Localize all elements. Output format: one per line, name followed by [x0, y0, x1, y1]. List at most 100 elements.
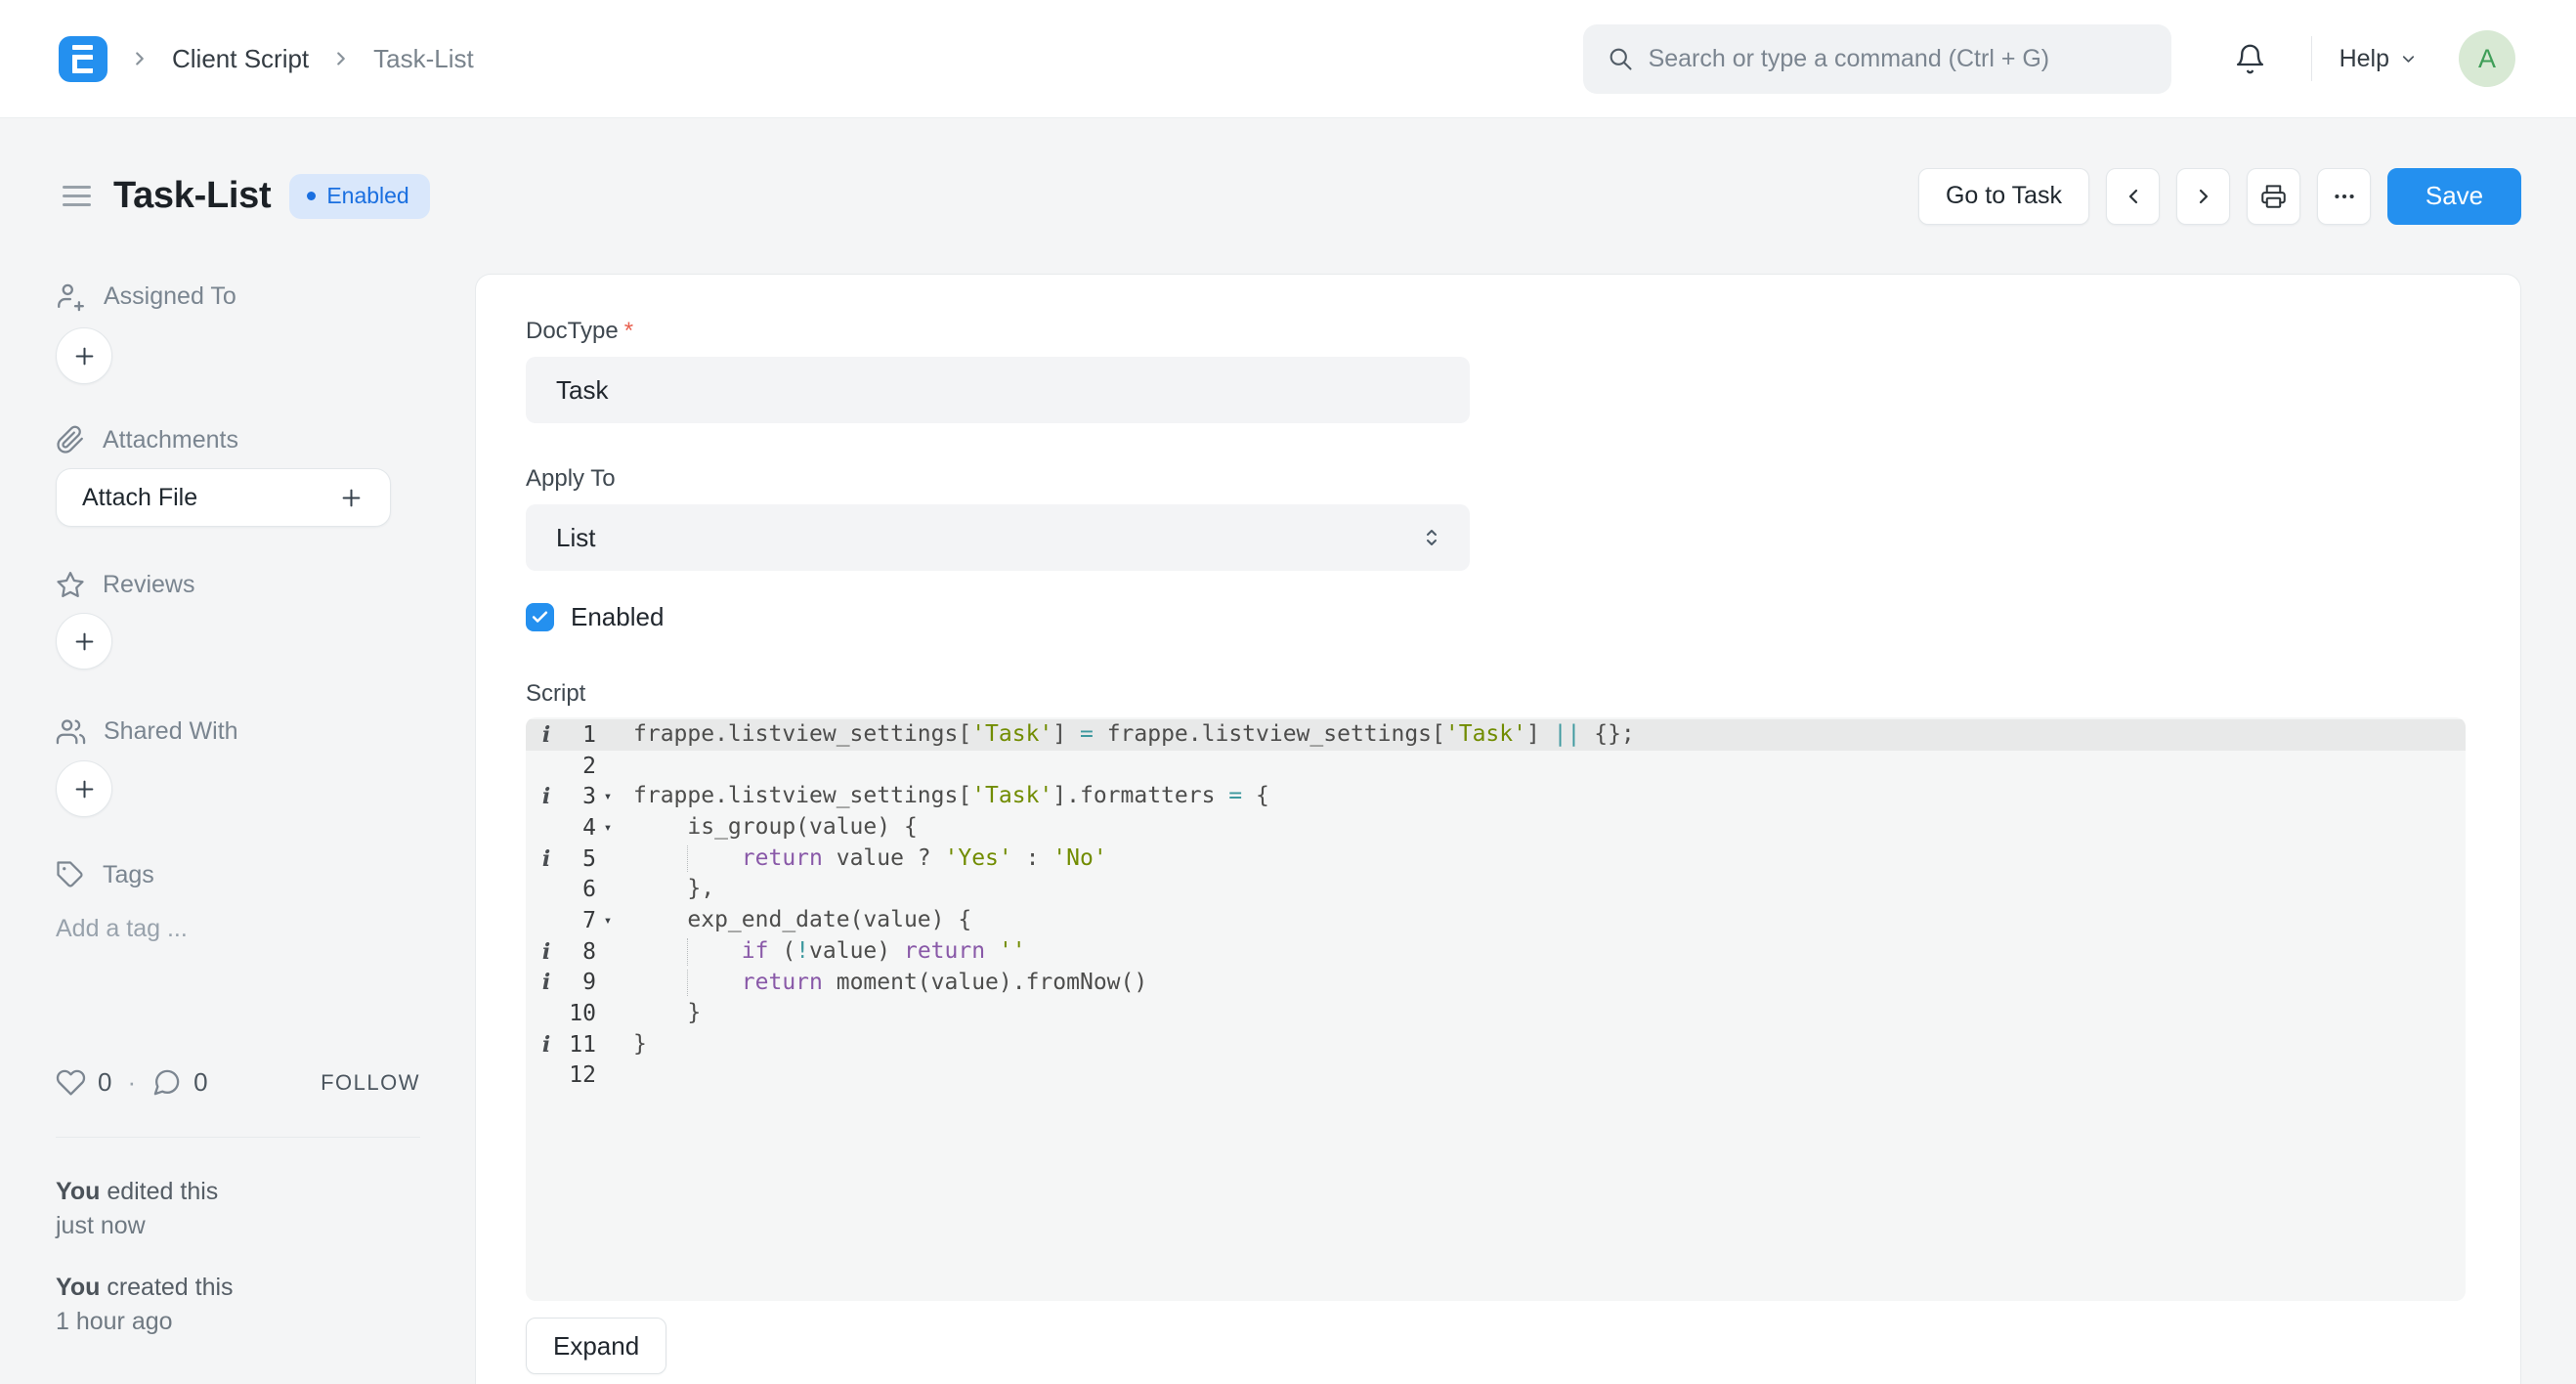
info-annotation-icon: i [541, 938, 551, 965]
code-text: exp_end_date(value) { [633, 907, 972, 933]
follow-button[interactable]: FOLLOW [321, 1070, 420, 1096]
shared-with-section: Shared With [56, 716, 420, 747]
activity-when: just now [56, 1212, 146, 1239]
tag-icon [57, 861, 83, 887]
go-to-task-button[interactable]: Go to Task [1917, 167, 2089, 225]
fold-caret-icon[interactable]: ▾ [596, 820, 620, 836]
check-icon [532, 611, 548, 623]
likes-count[interactable]: 0 [98, 1067, 111, 1098]
code-line[interactable]: 2 [526, 751, 2466, 782]
add-review-button[interactable] [56, 613, 112, 670]
avatar[interactable]: A [2459, 30, 2515, 87]
info-annotation-icon: i [541, 845, 551, 872]
activity-actor: You [56, 1178, 101, 1205]
prev-document-button[interactable] [2106, 167, 2160, 225]
line-number: 2 [582, 753, 596, 779]
gutter-cell[interactable]: 10 [526, 998, 620, 1029]
gutter-cell[interactable]: i9 [526, 968, 620, 999]
print-button[interactable] [2247, 167, 2300, 225]
attach-file-button[interactable]: Attach File [56, 468, 391, 527]
gutter-cell[interactable]: i 3 ▾ [526, 781, 620, 812]
doctype-field[interactable]: Task [526, 357, 1470, 423]
tags-label: Tags [103, 860, 154, 888]
breadcrumb: Client Script Task-List [59, 35, 474, 82]
code-line[interactable]: 7 ▾ exp_end_date(value) { [526, 905, 2466, 936]
add-tag-input[interactable]: Add a tag ... [56, 915, 420, 943]
doctype-label-text: DocType [526, 318, 619, 344]
line-number: 10 [569, 1001, 596, 1027]
code-line[interactable]: 6 }, [526, 874, 2466, 905]
assigned-to-section: Assigned To [56, 281, 420, 312]
activity-edited: You edited this just now [56, 1175, 420, 1243]
gutter-cell[interactable]: 6 [526, 874, 620, 905]
heart-icon[interactable] [56, 1067, 86, 1098]
assigned-to-label: Assigned To [104, 282, 236, 310]
indent-guide [687, 844, 688, 873]
plus-icon [342, 489, 361, 506]
reviews-section: Reviews [56, 570, 420, 599]
add-share-button[interactable] [56, 760, 112, 817]
code-line[interactable]: i9 return moment(value).fromNow() [526, 968, 2466, 999]
star-icon [57, 572, 84, 598]
assign-user-icon [58, 283, 84, 312]
code-text: } [633, 1000, 702, 1026]
gutter-cell[interactable]: 2 [526, 751, 620, 782]
gutter-cell[interactable]: i 11 [526, 1029, 620, 1060]
app-logo-icon[interactable] [59, 35, 107, 82]
code-editor[interactable]: i 1 frappe.listview_settings['Task'] = fra… [526, 717, 2466, 1301]
breadcrumb-parent-link[interactable]: Client Script [172, 44, 309, 74]
attachments-section: Attachments [56, 425, 420, 454]
notifications-bell-icon[interactable] [2234, 43, 2266, 75]
code-line[interactable]: i8 if (!value) return '' [526, 936, 2466, 968]
doctype-value: Task [556, 374, 609, 405]
gutter-cell[interactable]: i8 [526, 936, 620, 968]
fold-caret-icon[interactable]: ▾ [596, 789, 620, 804]
code-line[interactable]: 12 [526, 1060, 2466, 1092]
navbar-actions: Help A [1582, 23, 2515, 94]
code-line[interactable]: i5 return value ? 'Yes' : 'No' [526, 843, 2466, 875]
menu-dots-button[interactable] [2317, 167, 2371, 225]
code-line[interactable]: i 3 ▾ frappe.listview_settings['Task'].form… [526, 781, 2466, 812]
gutter-cell[interactable]: 7 ▾ [526, 905, 620, 936]
sidebar-toggle-icon[interactable] [63, 186, 91, 206]
code-text: frappe.listview_settings['Task'].formatt… [633, 783, 1269, 809]
info-annotation-icon: i [541, 784, 551, 810]
paperclip-icon [57, 425, 83, 454]
code-text: } [633, 1030, 647, 1057]
comment-icon[interactable] [151, 1067, 182, 1098]
add-assignment-button[interactable] [56, 327, 112, 384]
search-input[interactable] [1648, 44, 2148, 73]
apply-to-select[interactable]: List [526, 504, 1470, 571]
enabled-field: Enabled [526, 602, 2466, 632]
navbar-divider [2310, 36, 2312, 81]
gutter-cell[interactable]: 12 [526, 1060, 620, 1092]
code-line[interactable]: i 11} [526, 1029, 2466, 1060]
global-search[interactable] [1582, 23, 2171, 94]
fold-caret-icon[interactable]: ▾ [596, 913, 620, 929]
attachments-label: Attachments [103, 425, 238, 454]
code-line[interactable]: 10 } [526, 998, 2466, 1029]
line-number: 7 [582, 907, 596, 933]
code-text: return moment(value).fromNow() [741, 969, 1148, 995]
gutter-cell[interactable]: 4 ▾ [526, 812, 620, 843]
line-number: 3 [582, 784, 596, 810]
save-button[interactable]: Save [2387, 167, 2521, 225]
expand-button[interactable]: Expand [526, 1318, 667, 1374]
code-line[interactable]: 4 ▾ is_group(value) { [526, 812, 2466, 843]
next-document-button[interactable] [2176, 167, 2230, 225]
page-head: Task-List Enabled Go to Task Save [0, 118, 2576, 274]
comments-count[interactable]: 0 [193, 1067, 207, 1098]
gutter-cell[interactable]: i1 [526, 719, 620, 751]
help-menu[interactable]: Help [2340, 45, 2418, 73]
code-line[interactable]: i 1 frappe.listview_settings['Task'] = fra… [526, 719, 2466, 751]
activity-created: You created this 1 hour ago [56, 1271, 420, 1339]
shared-with-label: Shared With [104, 717, 238, 745]
client-script-page: Client Script Task-List Help A [0, 0, 2576, 1384]
info-annotation-icon: i [541, 721, 551, 748]
activity-action: created this [100, 1274, 234, 1301]
status-badge-label: Enabled [326, 182, 409, 208]
help-label: Help [2339, 44, 2389, 72]
enabled-checkbox[interactable] [526, 603, 554, 631]
gutter-cell[interactable]: i5 [526, 843, 620, 875]
indent-guide [687, 969, 688, 997]
